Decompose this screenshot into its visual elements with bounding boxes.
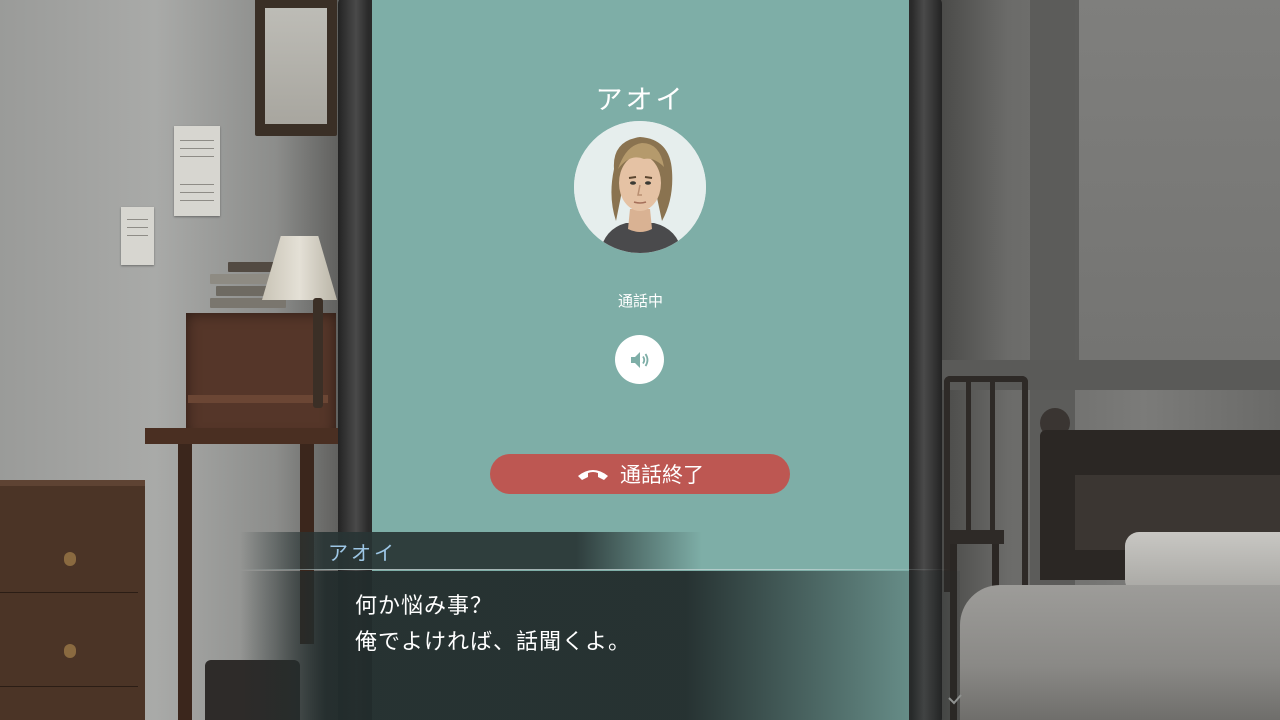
dresser [0, 480, 145, 720]
desk-shelf [188, 395, 328, 403]
chair-slat [990, 380, 995, 530]
desk-leg-left [178, 444, 192, 720]
speaker-name: アオイ [328, 541, 397, 565]
end-call-button[interactable]: 通話終了 [490, 454, 790, 494]
end-call-label: 通話終了 [620, 463, 704, 487]
name-bar-divider [240, 569, 950, 570]
chair-seat [944, 530, 1004, 544]
speaker-icon [630, 351, 648, 368]
advance-text-icon[interactable] [946, 690, 964, 708]
wall-panel [1075, 0, 1280, 360]
speaker-button[interactable] [615, 335, 664, 384]
chair-slat [966, 380, 971, 530]
desk-lamp-stem [313, 298, 323, 408]
dialogue-line: 俺でよければ、話聞くよ。 [355, 630, 632, 655]
dialogue-line: 何か悩み事？ [355, 594, 494, 619]
game-scene: アオイ 通話中 通話終了 アオイ 何か悩み事？ 俺でよければ、話聞くよ。 [0, 0, 1280, 720]
wall-note-lower [121, 207, 154, 265]
wall-picture-frame [255, 0, 337, 136]
desk-top [145, 428, 345, 444]
call-status: 通話中 [617, 292, 663, 310]
caller-avatar [574, 121, 706, 253]
bed-sheet [960, 585, 1280, 720]
caller-portrait [574, 121, 706, 253]
wall-note-upper [174, 126, 220, 216]
caller-name: アオイ [595, 85, 686, 116]
hang-up-icon [578, 470, 608, 480]
